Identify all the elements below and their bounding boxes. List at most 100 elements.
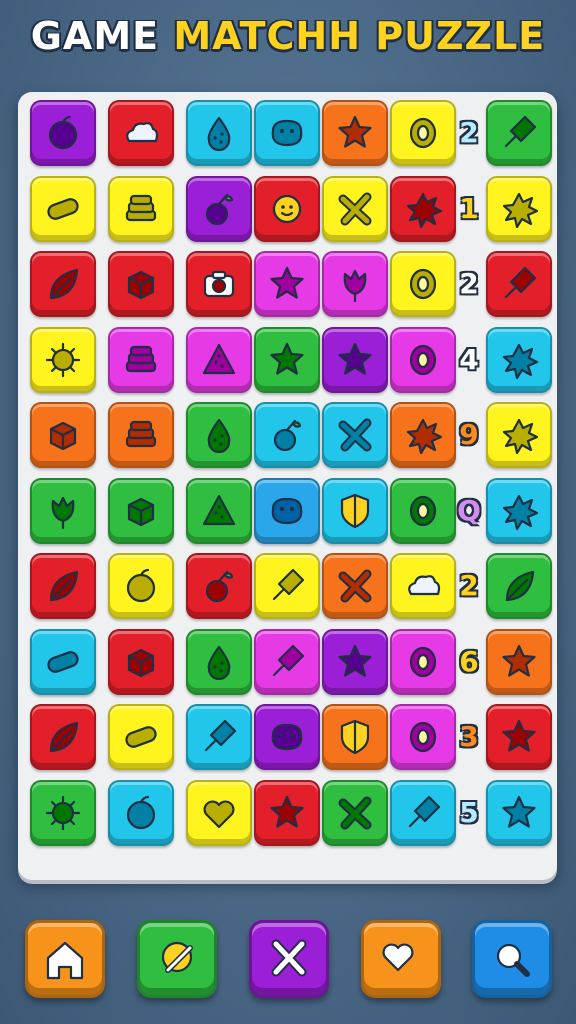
tile-magenta-tulip[interactable] bbox=[322, 251, 388, 317]
ring-icon bbox=[403, 717, 443, 757]
tile-cyan-shield[interactable] bbox=[322, 478, 388, 544]
tile-yellow-splat[interactable] bbox=[486, 402, 552, 468]
tile-red-leaf[interactable] bbox=[30, 553, 96, 619]
tile-orange-shield[interactable] bbox=[322, 704, 388, 770]
tile-yellow-ring[interactable] bbox=[390, 251, 456, 317]
splat-icon bbox=[403, 189, 443, 229]
tile-cyan-drop[interactable] bbox=[186, 100, 252, 166]
tile-magenta-star[interactable] bbox=[254, 251, 320, 317]
shuffle-button[interactable] bbox=[249, 920, 329, 998]
tile-yellow-cloud[interactable] bbox=[390, 553, 456, 619]
tile-magenta-stack[interactable] bbox=[108, 327, 174, 393]
tile-yellow-plum[interactable] bbox=[108, 553, 174, 619]
tile-yellow-pill[interactable] bbox=[108, 704, 174, 770]
tile-cyan-popsicle[interactable] bbox=[390, 780, 456, 846]
tile-orange-star[interactable] bbox=[322, 100, 388, 166]
tile-red-star[interactable] bbox=[254, 780, 320, 846]
tile-magenta-ring[interactable] bbox=[390, 327, 456, 393]
drop-icon bbox=[199, 113, 239, 153]
tile-cyan-splat[interactable] bbox=[486, 478, 552, 544]
home-button[interactable] bbox=[25, 920, 105, 998]
star-icon bbox=[335, 340, 375, 380]
tile-cyan-splat[interactable] bbox=[486, 327, 552, 393]
tile-orange-splat[interactable] bbox=[390, 402, 456, 468]
tile-red-popsicle[interactable] bbox=[486, 251, 552, 317]
tile-cyan-plum[interactable] bbox=[108, 780, 174, 846]
tile-red-star[interactable] bbox=[486, 704, 552, 770]
cube-icon bbox=[121, 642, 161, 682]
tile-yellow-heart[interactable] bbox=[186, 780, 252, 846]
tile-green-popsicle[interactable] bbox=[486, 100, 552, 166]
tile-yellow-splat[interactable] bbox=[486, 176, 552, 242]
tile-yellow-virus[interactable] bbox=[30, 327, 96, 393]
tile-cyan-blob-face[interactable] bbox=[254, 100, 320, 166]
tile-yellow-popsicle[interactable] bbox=[254, 553, 320, 619]
tile-red-splat[interactable] bbox=[390, 176, 456, 242]
tile-orange-cross[interactable] bbox=[322, 553, 388, 619]
tile-yellow-pill[interactable] bbox=[30, 176, 96, 242]
tile-magenta-popsicle[interactable] bbox=[254, 629, 320, 695]
tile-orange-cube[interactable] bbox=[30, 402, 96, 468]
ring-icon bbox=[403, 264, 443, 304]
game-board: 2 1 2 4 9 Q 2 6 3 5 bbox=[18, 92, 557, 880]
cherry-icon bbox=[199, 189, 239, 229]
lives-button[interactable] bbox=[361, 920, 441, 998]
tile-green-ring[interactable] bbox=[390, 478, 456, 544]
tile-red-leaf[interactable] bbox=[30, 704, 96, 770]
leaf-icon bbox=[43, 264, 83, 304]
tile-purple-cherry[interactable] bbox=[186, 176, 252, 242]
tile-green-drop[interactable] bbox=[186, 402, 252, 468]
tile-yellow-stack[interactable] bbox=[108, 176, 174, 242]
row-counter: 2 bbox=[459, 569, 479, 602]
tile-red-leaf[interactable] bbox=[30, 251, 96, 317]
tile-red-cloud[interactable] bbox=[108, 100, 174, 166]
virus-icon bbox=[43, 793, 83, 833]
tile-red-smiley[interactable] bbox=[254, 176, 320, 242]
tile-green-star[interactable] bbox=[254, 327, 320, 393]
drop-icon bbox=[199, 642, 239, 682]
tile-red-cherry[interactable] bbox=[186, 553, 252, 619]
tile-green-virus[interactable] bbox=[30, 780, 96, 846]
tile-red-camera[interactable] bbox=[186, 251, 252, 317]
tile-cyan-popsicle[interactable] bbox=[186, 704, 252, 770]
tile-green-cube[interactable] bbox=[108, 478, 174, 544]
tile-cyan-star[interactable] bbox=[486, 780, 552, 846]
popsicle-icon bbox=[267, 642, 307, 682]
cloud-icon bbox=[403, 566, 443, 606]
hint-button[interactable] bbox=[137, 920, 217, 998]
row-counter: 9 bbox=[459, 418, 479, 451]
tile-purple-blob-face[interactable] bbox=[254, 704, 320, 770]
tile-purple-star[interactable] bbox=[322, 327, 388, 393]
blob-face-icon bbox=[267, 113, 307, 153]
tile-yellow-cross[interactable] bbox=[322, 176, 388, 242]
tile-green-tulip[interactable] bbox=[30, 478, 96, 544]
tile-blue-blob-face[interactable] bbox=[254, 478, 320, 544]
splat-icon bbox=[499, 415, 539, 455]
tile-orange-stack[interactable] bbox=[108, 402, 174, 468]
tile-magenta-triangle[interactable] bbox=[186, 327, 252, 393]
search-button[interactable] bbox=[472, 920, 552, 998]
tile-yellow-ring[interactable] bbox=[390, 100, 456, 166]
tile-cyan-cross[interactable] bbox=[322, 402, 388, 468]
tile-green-triangle[interactable] bbox=[186, 478, 252, 544]
row-counter: 2 bbox=[459, 116, 479, 149]
game-title: GAME MATCHH PUZZLE bbox=[0, 14, 576, 58]
splat-icon bbox=[403, 415, 443, 455]
tile-red-cube[interactable] bbox=[108, 251, 174, 317]
shield-icon bbox=[335, 717, 375, 757]
tile-purple-star[interactable] bbox=[322, 629, 388, 695]
tile-green-drop[interactable] bbox=[186, 629, 252, 695]
stack-icon bbox=[121, 415, 161, 455]
tile-purple-plum[interactable] bbox=[30, 100, 96, 166]
ring-icon bbox=[403, 113, 443, 153]
tile-magenta-ring[interactable] bbox=[390, 704, 456, 770]
tile-cyan-cherry[interactable] bbox=[254, 402, 320, 468]
tile-green-cross[interactable] bbox=[322, 780, 388, 846]
star-icon bbox=[499, 793, 539, 833]
tile-green-leaf[interactable] bbox=[486, 553, 552, 619]
blob-face-icon bbox=[267, 717, 307, 757]
tile-magenta-ring[interactable] bbox=[390, 629, 456, 695]
tile-red-cube[interactable] bbox=[108, 629, 174, 695]
tile-cyan-pill[interactable] bbox=[30, 629, 96, 695]
tile-orange-star[interactable] bbox=[486, 629, 552, 695]
